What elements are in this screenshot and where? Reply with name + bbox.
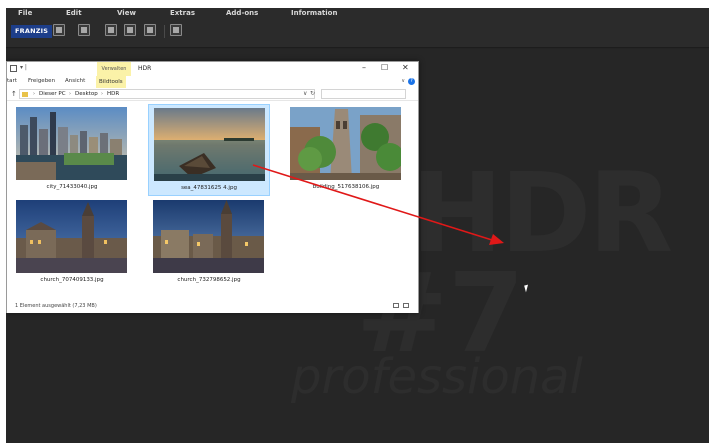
tab-start[interactable]: tart (7, 78, 17, 84)
maximize-icon[interactable]: ☐ (381, 63, 388, 72)
details-view-icon[interactable] (393, 303, 399, 308)
church-1-thumbnail (16, 200, 127, 273)
breadcrumb-desktop[interactable]: Desktop (75, 91, 98, 97)
address-field[interactable]: › Dieser PC › Desktop › HDR ∨ ↻ (19, 89, 315, 99)
file-tile-church-1[interactable]: church_707409133.jpg (11, 197, 133, 289)
large-icons-view-icon[interactable] (403, 303, 409, 308)
menu-view[interactable]: View (117, 9, 136, 17)
city-thumbnail (16, 107, 127, 180)
sea-thumbnail (154, 108, 265, 181)
file-tile-building[interactable]: building_517638106.jpg (285, 104, 407, 196)
menu-extras[interactable]: Extras (170, 9, 195, 17)
menu-add-ons[interactable]: Add-ons (226, 9, 258, 17)
watermark-edition: professional (291, 349, 583, 405)
file-tile-sea[interactable]: sea_47831625 4.jpg (148, 104, 270, 196)
hdr-app-window: File Edit View Extras Add-ons Informatio… (6, 8, 709, 443)
breadcrumb-separator-icon: › (101, 91, 103, 97)
menu-file[interactable]: File (18, 9, 32, 17)
file-name-church-2: church_732798652.jpg (177, 277, 241, 283)
folder-icon (22, 92, 28, 97)
close-icon[interactable]: ✕ (402, 63, 409, 72)
tab-freigeben[interactable]: Freigeben (28, 78, 55, 84)
address-dropdown-icon[interactable]: ∨ (303, 90, 307, 97)
building-thumbnail (290, 107, 401, 180)
file-explorer-window: ▾ | Verwalten HDR – ☐ ✕ tart Freigeben A… (6, 61, 419, 313)
file-list[interactable]: city_71433040.jpg sea_47831625 4.jpg bui… (7, 102, 418, 299)
menu-information[interactable]: Information (291, 9, 337, 17)
church-2-thumbnail (153, 200, 264, 273)
breadcrumb-dieser-pc[interactable]: Dieser PC (39, 91, 66, 97)
file-name-building: building_517638106.jpg (312, 184, 380, 190)
camera-icon[interactable] (78, 24, 90, 36)
quick-access-dropdown-icon[interactable]: ▾ | (20, 64, 27, 71)
refresh-icon[interactable]: ↻ (310, 90, 315, 97)
breadcrumb-separator-icon: › (69, 91, 71, 97)
status-bar: 1 Element ausgewählt (7,23 MB) (7, 299, 418, 313)
tab-bildtools[interactable]: Bildtools (96, 76, 126, 88)
clapper-icon[interactable] (144, 24, 156, 36)
help-icon[interactable]: ? (408, 78, 415, 85)
search-input[interactable] (321, 89, 406, 99)
ribbon-expand-icon[interactable]: ∨ (401, 78, 405, 84)
batch-icon[interactable] (105, 24, 117, 36)
explorer-ribbon: tart Freigeben Ansicht Bildtools ∨ ? (7, 76, 418, 88)
mouse-cursor-icon (524, 284, 530, 293)
address-bar: ↑ › Dieser PC › Desktop › HDR ∨ ↻ (7, 88, 418, 101)
explorer-titlebar[interactable]: ▾ | Verwalten HDR – ☐ ✕ (7, 62, 418, 76)
file-tile-city[interactable]: city_71433040.jpg (11, 104, 133, 196)
menu-bar: File Edit View Extras Add-ons Informatio… (6, 8, 709, 20)
franzis-logo: FRANZIS (11, 25, 53, 38)
layers-icon[interactable] (170, 24, 182, 36)
file-name-city: city_71433040.jpg (46, 184, 98, 190)
breadcrumb-hdr[interactable]: HDR (107, 91, 119, 97)
file-tile-church-2[interactable]: church_732798652.jpg (148, 197, 270, 289)
breadcrumb-separator-icon: › (33, 91, 35, 97)
tab-verwalten[interactable]: Verwalten (97, 62, 131, 76)
quick-access-icon[interactable] (10, 65, 17, 72)
file-name-church-1: church_707409133.jpg (40, 277, 104, 283)
file-name-sea: sea_47831625 4.jpg (181, 185, 237, 191)
window-title: HDR (138, 65, 152, 72)
tab-ansicht[interactable]: Ansicht (65, 78, 85, 84)
main-toolbar: FRANZIS (6, 20, 709, 48)
minimize-icon[interactable]: – (362, 63, 366, 72)
gallery-icon[interactable] (124, 24, 136, 36)
menu-edit[interactable]: Edit (66, 9, 82, 17)
open-file-icon[interactable] (53, 24, 65, 36)
up-arrow-icon[interactable]: ↑ (11, 90, 17, 98)
selection-status: 1 Element ausgewählt (7,23 MB) (15, 303, 97, 309)
toolbar-divider (164, 25, 165, 38)
